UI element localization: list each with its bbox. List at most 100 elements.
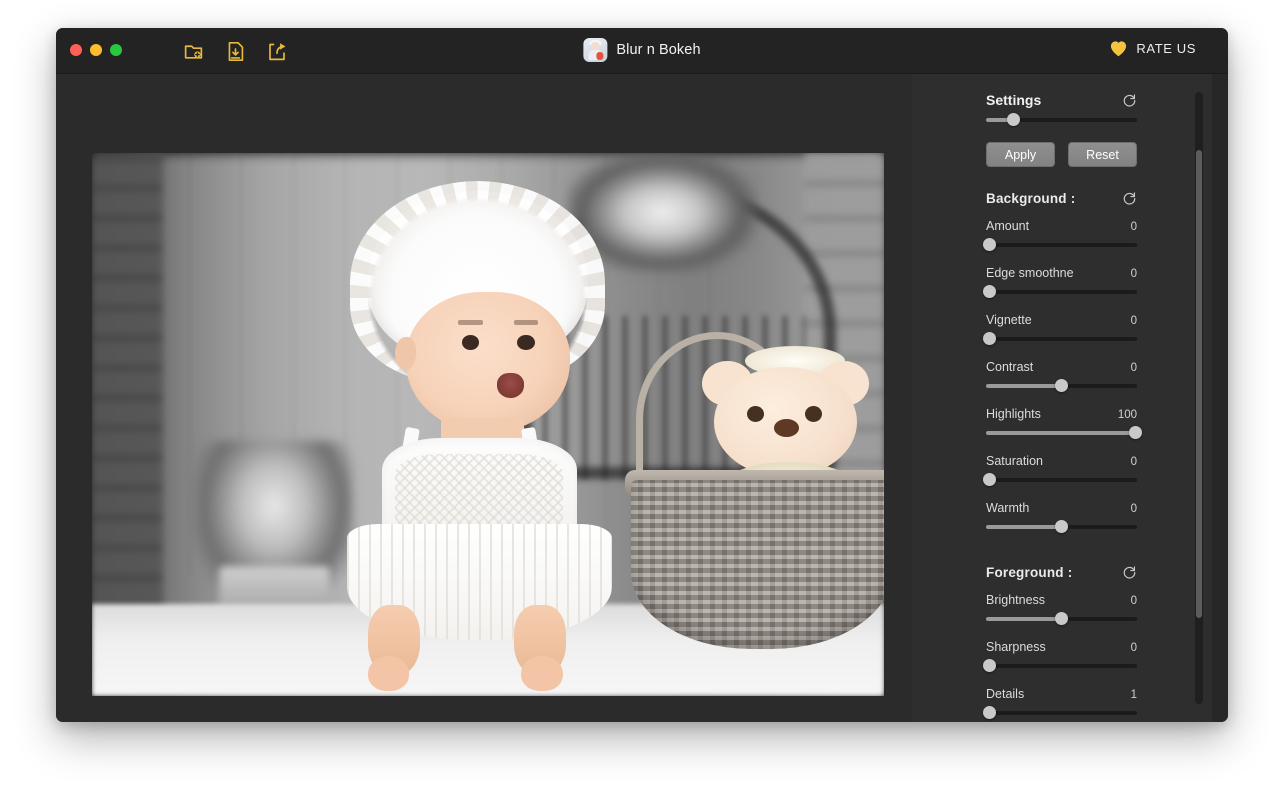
- slider-label-row: Highlights 100: [986, 407, 1137, 421]
- slider-name: Saturation: [986, 454, 1043, 468]
- slider-vignette[interactable]: [986, 331, 1137, 347]
- slider-row: Brightness 0: [986, 593, 1137, 627]
- settings-panel: Settings Appl: [912, 74, 1212, 722]
- slider-amount[interactable]: [986, 237, 1137, 253]
- slider-knob[interactable]: [983, 706, 996, 719]
- slider-knob[interactable]: [1055, 520, 1068, 533]
- foreground-title: Foreground :: [986, 565, 1072, 580]
- slider-name: Brightness: [986, 593, 1045, 607]
- slider-label-row: Sharpness 0: [986, 640, 1137, 654]
- slider-value: 0: [1131, 642, 1137, 654]
- slider-name: Vignette: [986, 313, 1032, 327]
- slider-highlights[interactable]: [986, 425, 1137, 441]
- slider-value: 0: [1131, 595, 1137, 607]
- tool-rail: [1212, 74, 1228, 722]
- slider-label-row: Edge smoothne 0: [986, 266, 1137, 280]
- settings-actions: Apply Reset: [986, 142, 1137, 167]
- slider-name: Warmth: [986, 501, 1029, 515]
- title-bar: Blur n Bokeh RATE US: [56, 28, 1228, 74]
- toolbar: [180, 38, 290, 64]
- slider-value: 100: [1118, 409, 1137, 421]
- foreground-reset-icon[interactable]: [1122, 565, 1137, 580]
- slider-fill: [986, 617, 1062, 621]
- slider-knob[interactable]: [983, 473, 996, 486]
- settings-reset-icon[interactable]: [1122, 93, 1137, 108]
- slider-label-row: Warmth 0: [986, 501, 1137, 515]
- slider-label-row: Details1: [986, 687, 1137, 701]
- slider-knob[interactable]: [1055, 612, 1068, 625]
- slider-row: Saturation0: [986, 454, 1137, 488]
- slider-knob[interactable]: [983, 332, 996, 345]
- apply-button[interactable]: Apply: [986, 142, 1055, 167]
- slider-label-row: Amount0: [986, 219, 1137, 233]
- canvas-area: [56, 74, 912, 722]
- slider-value: 0: [1131, 503, 1137, 515]
- slider-row: Highlights 100: [986, 407, 1137, 441]
- scrollbar-thumb[interactable]: [1196, 150, 1202, 618]
- slider-name: Edge smoothne: [986, 266, 1074, 280]
- add-image-icon[interactable]: [180, 38, 206, 64]
- slider-track: [986, 337, 1137, 341]
- slider-fill: [986, 431, 1135, 435]
- reset-button[interactable]: Reset: [1068, 142, 1137, 167]
- slider-label-row: Vignette 0: [986, 313, 1137, 327]
- slider-label-row: Saturation0: [986, 454, 1137, 468]
- slider-row: Vignette 0: [986, 313, 1137, 347]
- slider-label-row: Brightness 0: [986, 593, 1137, 607]
- slider-row: Amount0: [986, 219, 1137, 253]
- slider-name: Sharpness: [986, 640, 1046, 654]
- slider-track: [986, 478, 1137, 482]
- slider-knob[interactable]: [1129, 426, 1142, 439]
- slider-value: 0: [1131, 315, 1137, 327]
- share-export-icon[interactable]: [264, 38, 290, 64]
- slider-contrast[interactable]: [986, 378, 1137, 394]
- slider-knob[interactable]: [1007, 113, 1020, 126]
- slider-track: [986, 664, 1137, 668]
- slider-track: [986, 290, 1137, 294]
- slider-name: Highlights: [986, 407, 1041, 421]
- minimize-button[interactable]: [90, 44, 102, 56]
- slider-name: Details: [986, 687, 1024, 701]
- slider-value: 0: [1131, 362, 1137, 374]
- slider-row: Edge smoothne 0: [986, 266, 1137, 300]
- edited-photo: [92, 153, 884, 696]
- settings-scrollbar[interactable]: [1195, 92, 1203, 704]
- photo-frame[interactable]: [92, 153, 884, 696]
- slider-track: [986, 243, 1137, 247]
- app-window: Blur n Bokeh RATE US: [56, 28, 1228, 722]
- settings-top-slider[interactable]: [986, 112, 1137, 128]
- slider-warmth[interactable]: [986, 519, 1137, 535]
- slider-saturation[interactable]: [986, 472, 1137, 488]
- slider-name: Contrast: [986, 360, 1033, 374]
- settings-header: Settings: [986, 74, 1137, 108]
- slider-value: 0: [1131, 221, 1137, 233]
- photo-subject-baby: [298, 191, 646, 696]
- slider-label-row: Contrast 0: [986, 360, 1137, 374]
- main-body: Settings Appl: [56, 74, 1228, 722]
- slider-sharpness[interactable]: [986, 658, 1137, 674]
- background-sliders: Amount0 Edge smoothne 0 Vignette 0 Contrast 0 H…: [986, 219, 1137, 535]
- foreground-section-header: Foreground :: [986, 565, 1137, 580]
- slider-knob[interactable]: [983, 285, 996, 298]
- slider-knob[interactable]: [983, 238, 996, 251]
- rate-us-label: RATE US: [1136, 41, 1196, 56]
- save-document-icon[interactable]: [222, 38, 248, 64]
- background-reset-icon[interactable]: [1122, 191, 1137, 206]
- slider-row: Contrast 0: [986, 360, 1137, 394]
- background-section-header: Background :: [986, 191, 1137, 206]
- foreground-sliders: Brightness 0 Sharpness 0 Details1: [986, 593, 1137, 721]
- close-button[interactable]: [70, 44, 82, 56]
- slider-fill: [986, 525, 1062, 529]
- slider-knob[interactable]: [1055, 379, 1068, 392]
- slider-edge-smoothne[interactable]: [986, 284, 1137, 300]
- rate-us-button[interactable]: RATE US: [1109, 40, 1196, 57]
- window-title-group: Blur n Bokeh: [583, 38, 700, 62]
- slider-row: Sharpness 0: [986, 640, 1137, 674]
- settings-scroll-area: Settings Appl: [912, 74, 1197, 722]
- slider-knob[interactable]: [983, 659, 996, 672]
- slider-brightness[interactable]: [986, 611, 1137, 627]
- slider-value: 0: [1131, 268, 1137, 280]
- slider-details[interactable]: [986, 705, 1137, 721]
- app-icon: [583, 38, 607, 62]
- zoom-button[interactable]: [110, 44, 122, 56]
